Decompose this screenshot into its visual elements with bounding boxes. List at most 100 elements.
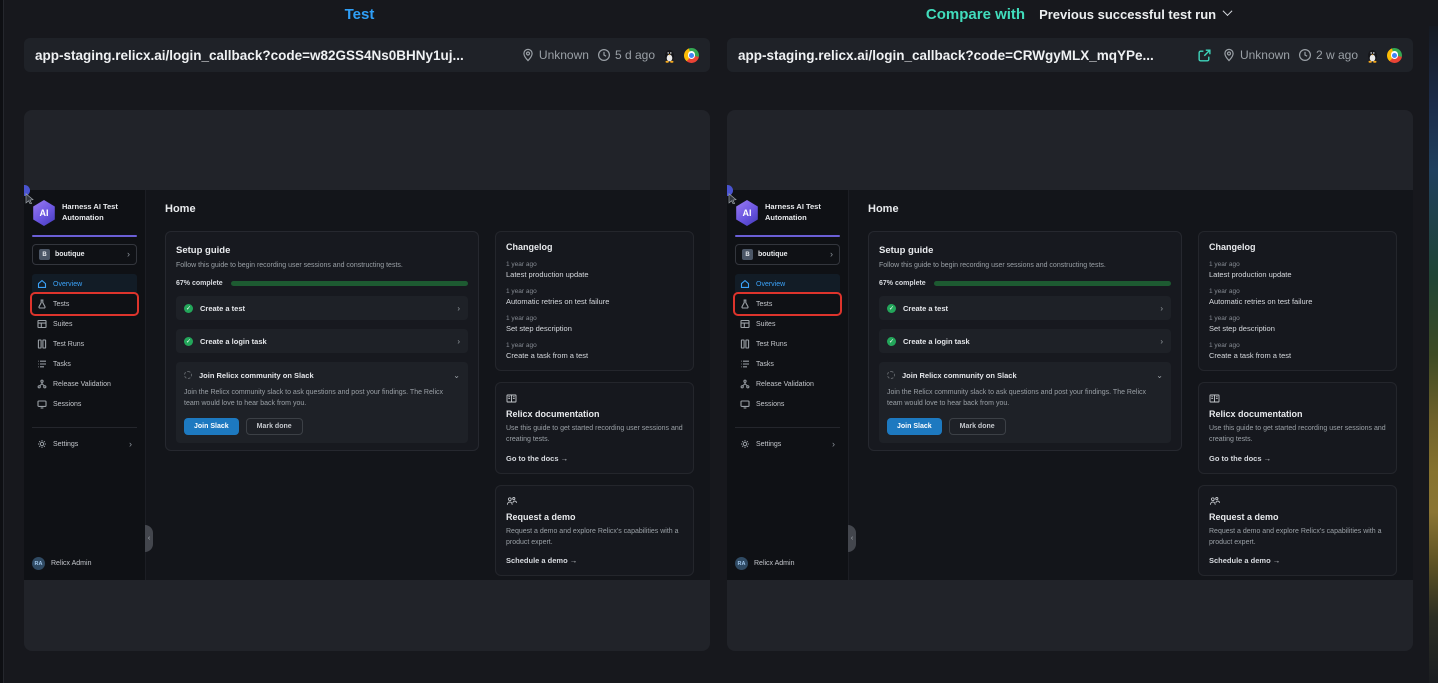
chevron-right-icon: ›: [457, 304, 460, 313]
location-label: Unknown: [1240, 48, 1290, 62]
changelog-card: Changelog 1 year ago Latest production u…: [495, 231, 694, 371]
setup-item-create-test[interactable]: ✓ Create a test ›: [176, 296, 468, 320]
gear-icon: [37, 439, 47, 449]
user-menu[interactable]: RA Relicx Admin: [735, 557, 840, 570]
request-demo-description: Request a demo and explore Relicx's capa…: [1209, 527, 1386, 549]
check-icon: ✓: [887, 304, 896, 313]
columns-icon: [740, 339, 750, 349]
setup-item-create-test[interactable]: ✓ Create a test ›: [879, 296, 1171, 320]
changelog-entry: 1 year ago Set step description: [506, 315, 683, 333]
book-icon: [1209, 393, 1386, 404]
chevron-right-icon: ›: [1160, 337, 1163, 346]
brand-line1: Harness AI Test: [62, 202, 118, 213]
location-pin-icon: [521, 48, 535, 62]
join-slack-button[interactable]: Join Slack: [887, 418, 942, 435]
changelog-entry: 1 year ago Automatic retries on test fai…: [1209, 288, 1386, 306]
documentation-card: Relicx documentation Use this guide to g…: [1198, 382, 1397, 474]
request-demo-description: Request a demo and explore Relicx's capa…: [506, 527, 683, 549]
changelog-entry: 1 year ago Latest production update: [1209, 261, 1386, 279]
sidebar-item-overview[interactable]: Overview: [32, 274, 137, 294]
setup-item-join-slack-header[interactable]: Join Relicx community on Slack ⌄: [184, 370, 460, 380]
flask-icon: [740, 299, 750, 309]
mouse-cursor-icon: [728, 193, 738, 204]
sidebar-collapse-handle[interactable]: ‹: [145, 525, 153, 552]
brand-divider: [735, 235, 840, 237]
request-demo-title: Request a demo: [506, 512, 683, 522]
book-icon: [506, 393, 683, 404]
compare-run-picker[interactable]: Previous successful test run: [1039, 7, 1231, 22]
location-pin-icon: [1222, 48, 1236, 62]
sidebar-item-tests[interactable]: Tests: [735, 294, 840, 314]
sidebar-item-tasks[interactable]: Tasks: [32, 354, 137, 374]
test-url-bar[interactable]: app-staging.relicx.ai/login_callback?cod…: [24, 38, 710, 72]
sidebar-item-release-validation[interactable]: Release Validation: [735, 374, 840, 394]
setup-progress: 67% complete: [176, 280, 468, 287]
brand-divider: [32, 235, 137, 237]
progress-label: 67% complete: [176, 280, 223, 287]
schedule-demo-link[interactable]: Schedule a demo →: [1209, 556, 1386, 565]
join-slack-button[interactable]: Join Slack: [184, 418, 239, 435]
time-ago-label: 2 w ago: [1316, 48, 1358, 62]
home-icon: [740, 279, 750, 289]
test-screenshot-container: AI Harness AI Test Automation B boutique…: [24, 110, 710, 651]
clock-icon: [1298, 48, 1312, 62]
mark-done-button[interactable]: Mark done: [949, 418, 1006, 435]
pipeline-icon: [37, 379, 47, 389]
go-to-docs-link[interactable]: Go to the docs →: [506, 454, 683, 463]
compare-url: app-staging.relicx.ai/login_callback?cod…: [738, 48, 1189, 63]
user-menu[interactable]: RA Relicx Admin: [32, 557, 137, 570]
chevron-down-icon: ⌄: [1156, 371, 1163, 380]
people-icon: [1209, 496, 1386, 507]
test-panel: Test app-staging.relicx.ai/login_callbac…: [0, 0, 719, 683]
project-badge: B: [39, 249, 50, 260]
brand-line2: Automation: [765, 213, 821, 224]
join-slack-description: Join the Relicx community slack to ask q…: [887, 388, 1163, 410]
mark-done-button[interactable]: Mark done: [246, 418, 303, 435]
sidebar-item-settings[interactable]: Settings ›: [32, 434, 137, 454]
avatar: RA: [735, 557, 748, 570]
setup-item-create-login-task[interactable]: ✓ Create a login task ›: [176, 329, 468, 353]
sidebar-item-tests[interactable]: Tests: [32, 294, 137, 314]
location-label: Unknown: [539, 48, 589, 62]
sidebar-collapse-handle[interactable]: ‹: [848, 525, 856, 552]
changelog-entry: 1 year ago Set step description: [1209, 315, 1386, 333]
setup-item-create-login-task[interactable]: ✓ Create a login task ›: [879, 329, 1171, 353]
compare-url-bar[interactable]: app-staging.relicx.ai/login_callback?cod…: [727, 38, 1413, 72]
sidebar-item-overview[interactable]: Overview: [735, 274, 840, 294]
external-link-icon[interactable]: [1197, 48, 1212, 63]
check-icon: ✓: [887, 337, 896, 346]
sidebar-item-test-runs[interactable]: Test Runs: [32, 334, 137, 354]
project-selector[interactable]: B boutique ›: [32, 244, 137, 265]
go-to-docs-link[interactable]: Go to the docs →: [1209, 454, 1386, 463]
app-sidebar: AI Harness AI Test Automation B boutique…: [24, 190, 146, 580]
documentation-title: Relicx documentation: [1209, 409, 1386, 419]
compare-panel-header: Compare with Previous successful test ru…: [719, 1, 1438, 27]
app-sidebar: AI Harness AI Test Automation B boutique…: [727, 190, 849, 580]
sidebar-item-settings[interactable]: Settings ›: [735, 434, 840, 454]
sidebar-item-release-validation[interactable]: Release Validation: [32, 374, 137, 394]
flask-icon: [37, 299, 47, 309]
setup-item-join-slack: Join Relicx community on Slack ⌄ Join th…: [176, 362, 468, 443]
sidebar-item-sessions[interactable]: Sessions: [735, 394, 840, 414]
sidebar-item-sessions[interactable]: Sessions: [32, 394, 137, 414]
sidebar-item-suites[interactable]: Suites: [735, 314, 840, 334]
app-main: Home Setup guide Follow this guide to be…: [146, 190, 710, 580]
sidebar-nav: Overview Tests Suites Test Runs Tasks: [735, 274, 840, 414]
changelog-title: Changelog: [506, 242, 683, 252]
brand-line2: Automation: [62, 213, 118, 224]
chevron-right-icon: ›: [457, 337, 460, 346]
project-selector[interactable]: B boutique ›: [735, 244, 840, 265]
schedule-demo-link[interactable]: Schedule a demo →: [506, 556, 683, 565]
sidebar-item-suites[interactable]: Suites: [32, 314, 137, 334]
home-icon: [37, 279, 47, 289]
progress-bar: [231, 281, 468, 286]
sidebar-item-test-runs[interactable]: Test Runs: [735, 334, 840, 354]
columns-icon: [37, 339, 47, 349]
sidebar-item-tasks[interactable]: Tasks: [735, 354, 840, 374]
setup-guide-card: Setup guide Follow this guide to begin r…: [165, 231, 479, 451]
setup-item-join-slack-header[interactable]: Join Relicx community on Slack ⌄: [887, 370, 1163, 380]
grid-icon: [37, 319, 47, 329]
brand: AI Harness AI Test Automation: [735, 200, 840, 226]
compare-run-picker-label: Previous successful test run: [1039, 7, 1216, 22]
sidebar-divider: [32, 427, 137, 428]
